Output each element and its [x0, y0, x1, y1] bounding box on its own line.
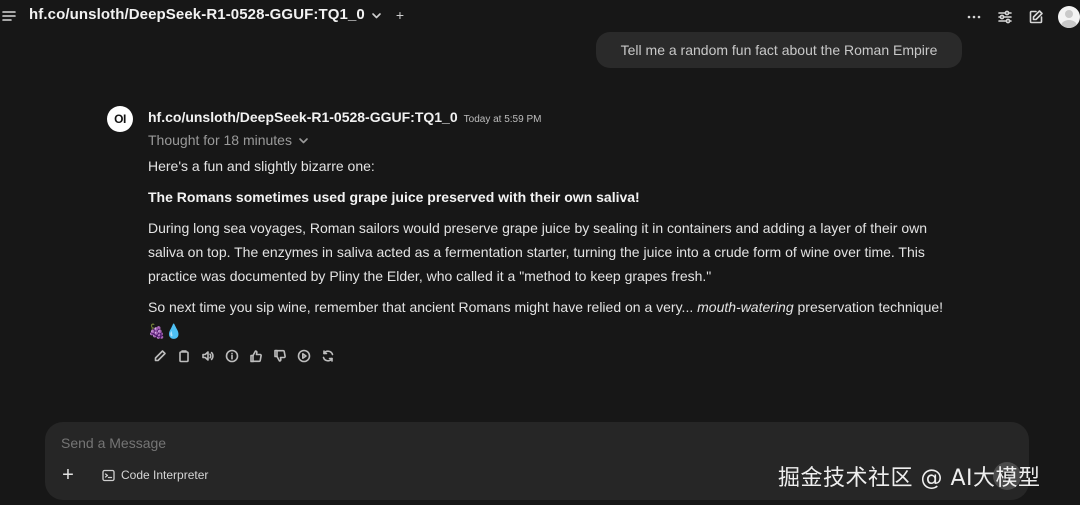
edit-icon[interactable]: [152, 348, 168, 364]
assistant-header: hf.co/unsloth/DeepSeek-R1-0528-GGUF:TQ1_…: [148, 109, 541, 125]
assistant-message-content: Here's a fun and slightly bizarre one: T…: [148, 154, 948, 350]
thought-toggle[interactable]: Thought for 18 minutes: [148, 132, 309, 148]
plus-icon[interactable]: +: [62, 465, 74, 485]
info-icon[interactable]: [224, 348, 240, 364]
message-body: During long sea voyages, Roman sailors w…: [148, 220, 927, 284]
top-bar: hf.co/unsloth/DeepSeek-R1-0528-GGUF:TQ1_…: [0, 0, 1080, 34]
speaker-icon[interactable]: [200, 348, 216, 364]
copy-icon[interactable]: [176, 348, 192, 364]
user-message-text: Tell me a random fun fact about the Roma…: [620, 42, 938, 58]
closing-text-before: So next time you sip wine, remember that…: [148, 299, 698, 315]
menu-icon[interactable]: [2, 9, 16, 23]
play-icon[interactable]: [296, 348, 312, 364]
top-actions: [965, 4, 1080, 30]
add-model-button[interactable]: +: [396, 8, 404, 22]
add-attachment-button[interactable]: +: [59, 465, 77, 485]
message-closing: So next time you sip wine, remember that…: [148, 295, 948, 343]
assistant-name: hf.co/unsloth/DeepSeek-R1-0528-GGUF:TQ1_…: [148, 109, 458, 125]
thought-label[interactable]: Thought for 18 minutes: [148, 132, 292, 148]
terminal-icon[interactable]: [102, 469, 115, 482]
model-selector[interactable]: hf.co/unsloth/DeepSeek-R1-0528-GGUF:TQ1_…: [29, 6, 404, 23]
message-intro: Here's a fun and slightly bizarre one:: [148, 158, 375, 174]
sliders-icon[interactable]: [996, 8, 1014, 26]
chevron-down-icon[interactable]: [371, 10, 382, 21]
regenerate-icon[interactable]: [320, 348, 336, 364]
more-horizontal-icon[interactable]: [965, 8, 983, 26]
assistant-avatar: OI: [107, 106, 133, 132]
closing-emphasis: mouth-watering: [697, 299, 794, 315]
message-timestamp: Today at 5:59 PM: [463, 114, 542, 125]
thumbs-up-icon[interactable]: [248, 348, 264, 364]
thumbs-down-icon[interactable]: [272, 348, 288, 364]
message-headline: The Romans sometimes used grape juice pr…: [148, 189, 640, 205]
model-name[interactable]: hf.co/unsloth/DeepSeek-R1-0528-GGUF:TQ1_…: [29, 6, 365, 23]
chevron-down-icon[interactable]: [298, 135, 309, 146]
watermark-text: 掘金技术社区 @ AI大模型: [778, 466, 1041, 491]
user-avatar[interactable]: [1058, 6, 1080, 28]
code-interpreter-toggle[interactable]: Code Interpreter: [102, 466, 208, 484]
code-interpreter-label[interactable]: Code Interpreter: [121, 468, 208, 482]
message-actions: [152, 348, 336, 364]
user-message-bubble: Tell me a random fun fact about the Roma…: [596, 32, 962, 68]
edit-icon[interactable]: [1027, 8, 1045, 26]
message-input[interactable]: [61, 435, 961, 451]
